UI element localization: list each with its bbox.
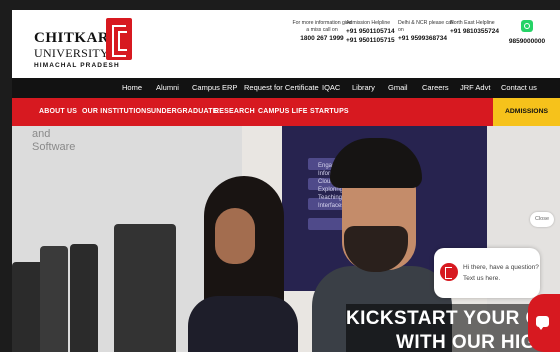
nav-item-alumni[interactable]: Alumni <box>156 83 179 92</box>
contact-number[interactable]: +91 9599368734 <box>398 34 454 43</box>
main-nav-bar: ABOUT US OUR INSTITUTIONS UNDERGRADUATE … <box>12 98 560 126</box>
contact-number[interactable]: +91 9501105715 <box>346 36 402 45</box>
monitor-image <box>40 246 68 352</box>
woman-face-image <box>215 208 255 264</box>
nav-item-gmail[interactable]: Gmail <box>388 83 408 92</box>
chat-message: Hi there, have a question? Text us here. <box>463 262 539 284</box>
nav-item-campus-erp[interactable]: Campus ERP <box>192 83 237 92</box>
nav-item-home[interactable]: Home <box>122 83 142 92</box>
chat-launcher-button[interactable] <box>528 294 560 352</box>
chat-brand-icon <box>440 263 458 281</box>
whatsapp-icon[interactable] <box>521 20 533 32</box>
chat-close-button[interactable]: Close <box>530 212 554 227</box>
hero-banner[interactable]: and Software Engaging Information Cloud,… <box>12 126 560 352</box>
nav-item-request-certificate[interactable]: Request for Certificate <box>244 83 319 92</box>
nav-item-research[interactable]: RESEARCH <box>214 108 255 115</box>
contact-north-east: North East Helpline +91 9810355724 <box>450 20 502 36</box>
chat-message-line2: Text us here. <box>463 275 501 282</box>
contact-admission-helpline: Admission Helpline +91 9501105714 +91 95… <box>346 20 402 45</box>
contact-whatsapp: 9859000000 <box>502 20 552 46</box>
contact-label: North East Helpline <box>450 20 495 26</box>
nav-item-startups[interactable]: STARTUPS <box>310 108 349 115</box>
nav-item-library[interactable]: Library <box>352 83 375 92</box>
logo-mark-icon <box>106 18 132 60</box>
nav-item-iqac[interactable]: IQAC <box>322 83 340 92</box>
page: CHITKARA UNIVERSITY HIMACHAL PRADESH For… <box>12 10 560 352</box>
contact-number[interactable]: +91 9810355724 <box>450 27 502 36</box>
logo-name-line2: UNIVERSITY <box>34 46 109 60</box>
contact-number[interactable]: +91 9501105714 <box>346 27 402 36</box>
contact-number[interactable]: 9859000000 <box>502 37 552 46</box>
contact-label: For more information give a miss call on <box>292 20 352 33</box>
contact-number[interactable]: 1800 267 1999 <box>292 34 352 43</box>
nav-item-campus-life[interactable]: CAMPUS LIFE <box>258 108 308 115</box>
chat-prompt-bubble[interactable]: Hi there, have a question? Text us here. <box>434 248 540 298</box>
header: CHITKARA UNIVERSITY HIMACHAL PRADESH For… <box>12 10 560 78</box>
nav-item-about-us[interactable]: ABOUT US <box>39 108 77 115</box>
contact-label: Delhi & NCR please call on <box>398 20 454 33</box>
chat-bubble-icon <box>536 316 549 330</box>
monitor-image <box>70 244 98 352</box>
woman-body-image <box>188 296 298 352</box>
university-logo[interactable]: CHITKARA UNIVERSITY HIMACHAL PRADESH <box>34 16 134 76</box>
nav-item-contact-us[interactable]: Contact us <box>501 83 537 92</box>
contact-missed-call: For more information give a miss call on… <box>292 20 352 43</box>
contact-delhi-ncr: Delhi & NCR please call on +91 959936873… <box>398 20 454 43</box>
nav-item-our-institutions[interactable]: OUR INSTITUTIONS <box>82 108 151 115</box>
nav-item-undergraduate[interactable]: UNDERGRADUATE <box>151 108 218 115</box>
nav-item-careers[interactable]: Careers <box>422 83 449 92</box>
contact-label: Admission Helpline <box>346 20 391 26</box>
logo-name-line3: HIMACHAL PRADESH <box>34 62 120 69</box>
nav-item-jrf-advt[interactable]: JRF Advt <box>460 83 490 92</box>
hero-wall-text: and Software <box>32 128 76 153</box>
top-nav-bar: Home Alumni Campus ERP Request for Certi… <box>12 78 560 98</box>
admissions-button[interactable]: ADMISSIONS <box>493 98 560 126</box>
chat-message-line1: Hi there, have a question? <box>463 264 539 271</box>
monitor-image <box>114 224 176 352</box>
